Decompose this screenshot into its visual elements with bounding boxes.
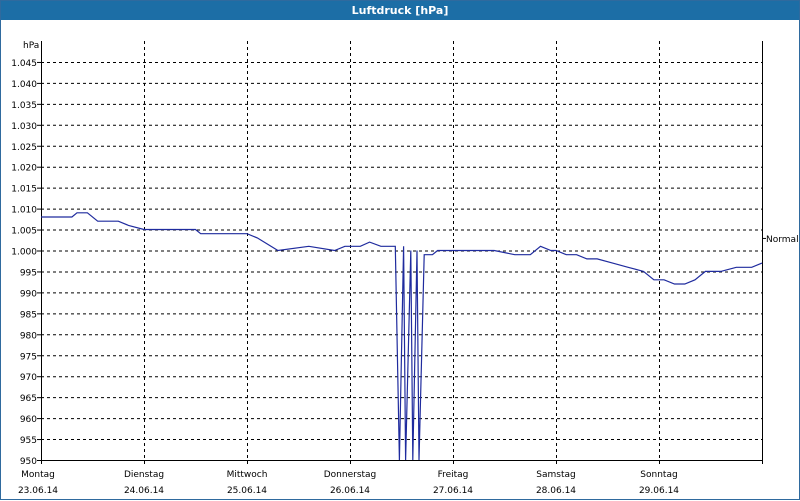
y-tick-label: 1.020	[11, 164, 37, 174]
pressure-chart: 1.045 1.040 1.035 1.030 1.025 1.020 1.015 1.010…	[11, 41, 799, 496]
y-tick-label: 980	[20, 331, 37, 341]
x-date-label: 24.06.14	[124, 486, 164, 496]
x-date-label: 25.06.14	[227, 486, 267, 496]
y-tick-label: 970	[20, 373, 37, 383]
y-tick-label: 965	[20, 394, 37, 404]
y-tick-label: 1.000	[11, 248, 37, 258]
y-tick-label: 1.010	[11, 206, 37, 216]
x-day-label: Donnerstag	[324, 470, 377, 480]
x-date-label: 29.06.14	[639, 486, 679, 496]
y-tick-label: 1.005	[11, 227, 37, 237]
y-tick-label: 975	[20, 352, 37, 362]
y-tick-label: 990	[20, 289, 37, 299]
y-tick-label: 1.015	[11, 185, 37, 195]
x-day-label: Dienstag	[124, 470, 164, 480]
normal-label: Normal	[766, 235, 799, 245]
y-tick-label: 995	[20, 268, 37, 278]
y-tick-label: 1.030	[11, 122, 37, 132]
x-day-label: Samstag	[536, 470, 575, 480]
y-tick-label: 1.045	[11, 59, 37, 69]
chart-title: Luftdruck [hPa]	[1, 1, 799, 20]
y-tick-label: 950	[20, 457, 37, 467]
y-tick-label: 1.035	[11, 101, 37, 111]
y-tick-label: 1.040	[11, 80, 37, 90]
y-tick-label: 1.025	[11, 143, 37, 153]
x-date-label: 28.06.14	[536, 486, 576, 496]
x-day-label: Mittwoch	[227, 470, 268, 480]
x-day-label: Sonntag	[640, 470, 677, 480]
x-date-label: 27.06.14	[433, 486, 473, 496]
y-tick-label: 955	[20, 436, 37, 446]
x-date-label: 26.06.14	[330, 486, 370, 496]
x-day-label: Montag	[21, 470, 55, 480]
x-day-label: Freitag	[438, 470, 469, 480]
x-date-label: 23.06.14	[18, 486, 58, 496]
y-tick-label: 985	[20, 310, 37, 320]
y-axis-label: hPa	[23, 41, 39, 51]
chart-window: Luftdruck [hPa] 1.045 1.040 1.035 1.030 1.02…	[0, 0, 800, 500]
y-tick-label: 960	[20, 415, 37, 425]
